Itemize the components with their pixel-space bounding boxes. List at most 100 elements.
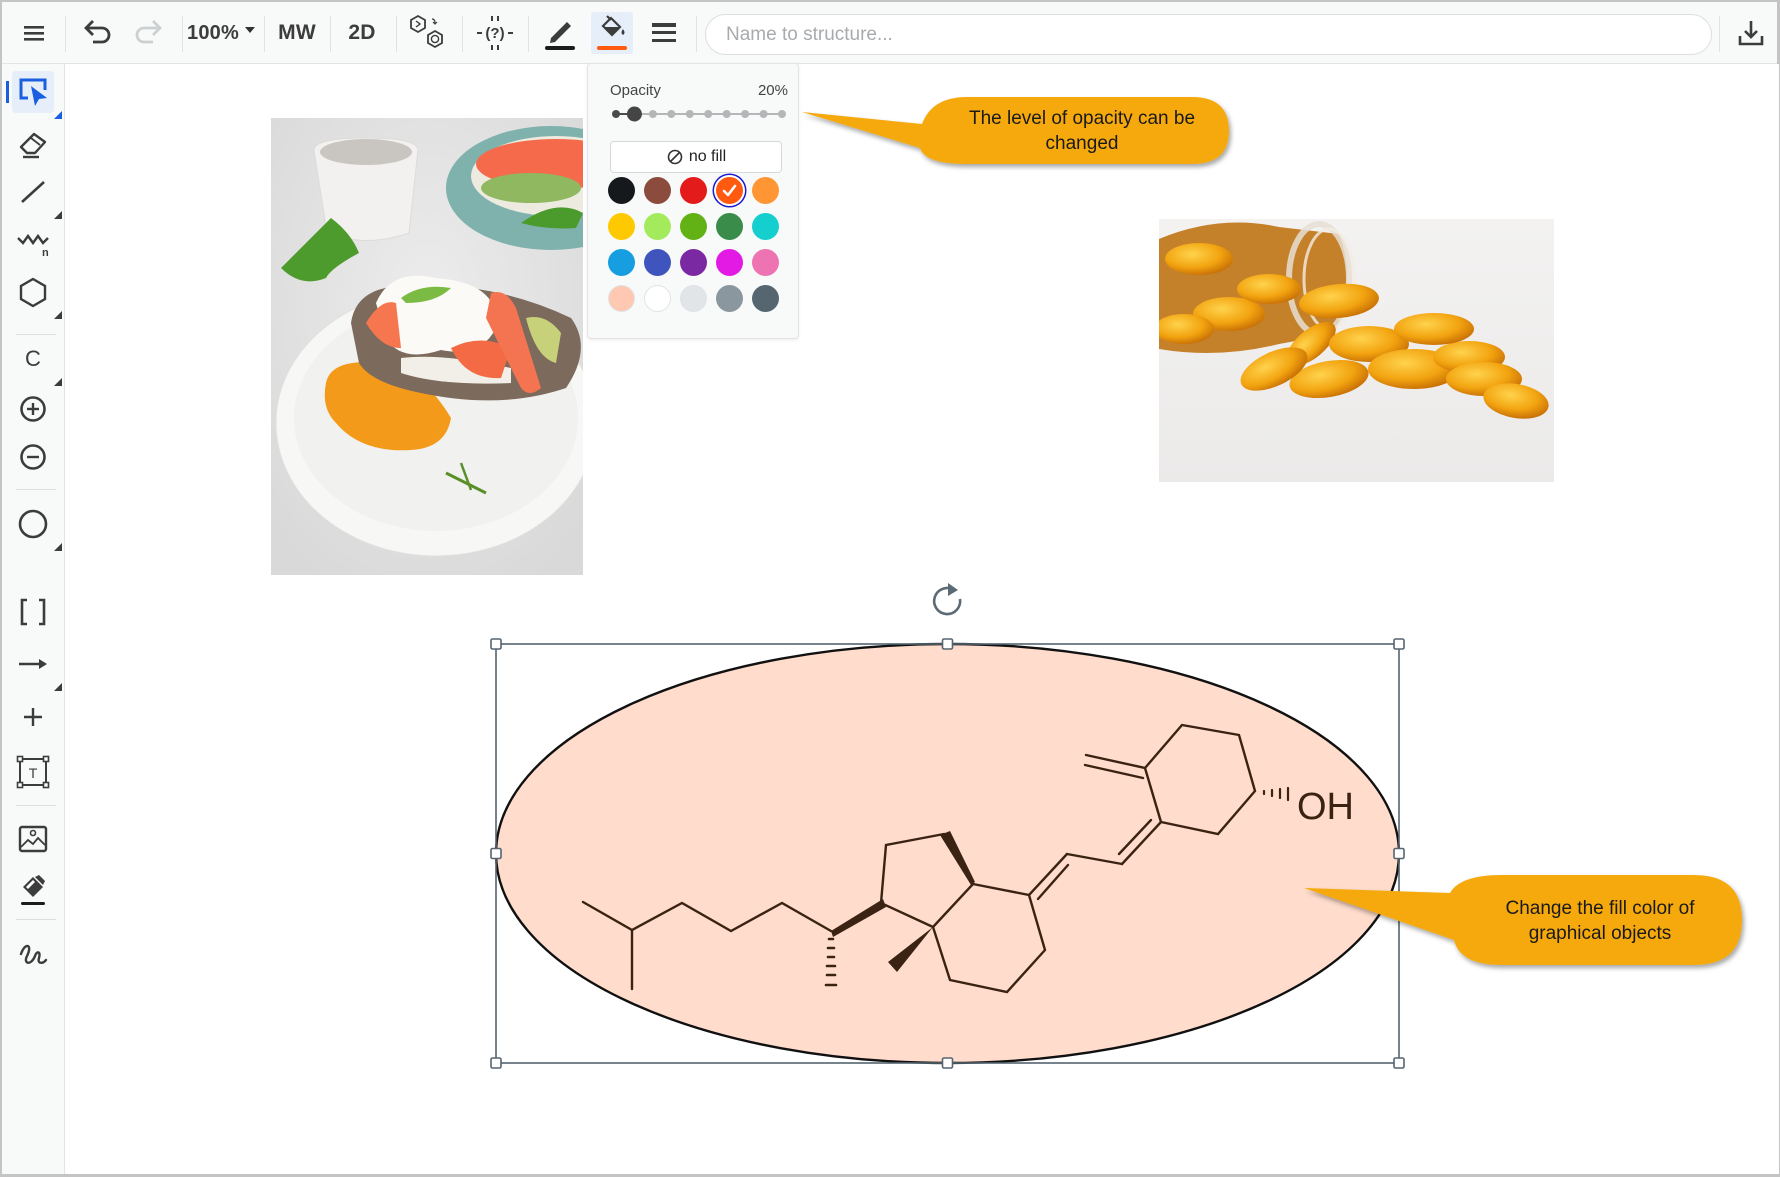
chevron-down-icon [244,27,255,33]
layout-button[interactable] [406,12,452,54]
stroke-color-button[interactable] [539,12,581,54]
freehand-tool[interactable] [12,933,54,975]
redo-button[interactable] [128,12,168,54]
ellipse-shape[interactable] [494,642,1401,1065]
color-swatch[interactable] [644,213,671,240]
download-icon [1738,21,1764,46]
color-swatch[interactable] [680,249,707,276]
atom-tool[interactable]: C [12,338,62,386]
freehand-icon [19,944,48,964]
slider-step[interactable] [667,110,676,118]
resize-handle-s[interactable] [941,1057,954,1069]
color-swatch[interactable] [752,249,779,276]
pills-photo[interactable] [1159,219,1554,482]
color-swatch[interactable] [680,285,707,312]
toolbar-divider [65,16,66,52]
shape-tool[interactable] [12,503,62,551]
pills-photo-image [1159,219,1554,482]
submenu-indicator [54,111,62,119]
resize-handle-ne[interactable] [1393,638,1405,650]
negative-charge-tool[interactable] [12,436,54,478]
sidebar-divider [16,334,56,335]
slider-step[interactable] [648,110,657,118]
text-tool[interactable]: T [12,751,54,793]
selected-ellipse-shape[interactable] [494,642,1401,1065]
submenu-indicator [54,311,62,319]
toolbar-divider [396,16,397,52]
slider-step[interactable] [741,110,750,118]
fill-color-button[interactable] [591,12,633,54]
ketcher-editor: 100% MW 2D (?) Name to structure... n C … [0,0,1779,1174]
slider-knob[interactable] [626,106,642,122]
bracket-tool[interactable] [12,591,54,633]
positive-charge-tool[interactable] [12,388,54,430]
callout-text: The level of opacity can be changed [937,106,1227,156]
format-painter-tool[interactable] [12,869,54,911]
arrow-tool[interactable] [12,643,62,691]
submenu-indicator [54,378,62,386]
undo-button[interactable] [78,12,118,54]
menu-button[interactable] [16,12,52,54]
name-to-structure-input[interactable] [705,14,1712,55]
resize-handle-e[interactable] [1393,847,1405,860]
slider-step[interactable] [778,110,786,118]
select-tool[interactable] [12,71,62,119]
color-swatch[interactable] [644,285,671,312]
zoom-dropdown[interactable]: 100% [187,12,255,54]
slider-step[interactable] [612,110,620,118]
slider-step[interactable] [759,110,768,118]
color-swatch[interactable] [680,177,707,204]
query-atom-button[interactable]: (?) [472,12,518,54]
slider-step[interactable] [722,110,731,118]
slider-step[interactable] [704,110,713,118]
color-swatch[interactable] [716,285,743,312]
resize-handle-n[interactable] [941,638,954,650]
color-swatch[interactable] [644,249,671,276]
hamburger-icon [24,26,44,41]
chain-icon: n [17,233,49,258]
color-swatch[interactable] [752,177,779,204]
color-swatch[interactable] [716,249,743,276]
submenu-indicator [54,683,62,691]
color-swatch[interactable] [644,177,671,204]
resize-handle-nw[interactable] [490,638,502,650]
image-icon [18,825,48,853]
no-fill-button[interactable]: no fill [610,141,782,173]
color-swatch[interactable] [716,177,743,204]
color-swatch[interactable] [608,285,635,312]
download-button[interactable] [1730,12,1772,54]
color-swatch[interactable] [608,249,635,276]
color-swatch[interactable] [752,213,779,240]
hexagon-icon [19,277,47,308]
food-photo[interactable] [271,118,583,575]
eraser-tool[interactable] [12,124,54,166]
line-style-button[interactable] [643,12,685,54]
color-swatch[interactable] [608,213,635,240]
fill-color-popup: Opacity 20% no fill [587,63,799,339]
svg-text:n: n [42,247,49,258]
svg-text:T: T [29,765,38,781]
color-swatch[interactable] [716,213,743,240]
carbon-atom-icon: C [25,346,41,371]
toolbar-divider [182,16,183,52]
callout-line: The level of opacity can be [968,108,1196,129]
resize-handle-se[interactable] [1393,1057,1405,1069]
color-swatch[interactable] [608,177,635,204]
submenu-indicator [54,543,62,551]
ring-tool[interactable] [12,271,62,319]
clean-2d-button[interactable]: 2D [338,12,386,54]
color-swatch[interactable] [752,285,779,312]
opacity-slider[interactable] [610,106,788,122]
plus-tool[interactable] [12,696,54,738]
image-tool[interactable] [12,818,54,860]
color-swatch[interactable] [680,213,707,240]
mw-button[interactable]: MW [272,12,322,54]
chain-tool[interactable]: n [12,221,54,263]
callout-line: changed [1045,133,1119,154]
resize-handle-w[interactable] [490,847,502,860]
bond-tool[interactable] [12,171,62,219]
resize-handle-sw[interactable] [490,1057,502,1069]
callout-fill-color: Change the fill color of graphical objec… [1302,870,1752,976]
active-tool-indicator [6,81,9,103]
slider-step[interactable] [685,110,694,118]
